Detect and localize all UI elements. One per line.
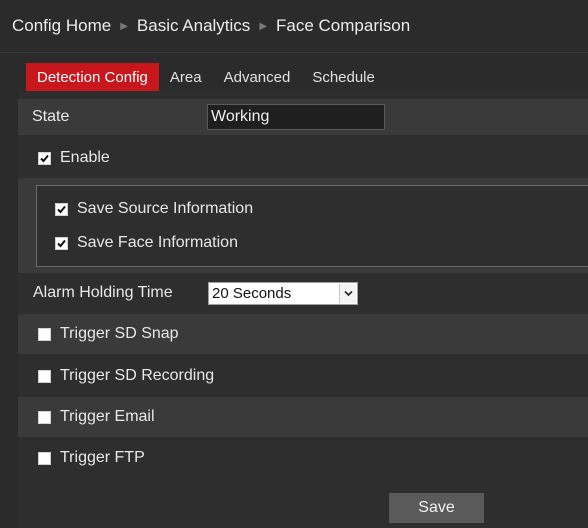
trigger-sd-snap-checkbox[interactable] bbox=[38, 327, 51, 341]
save-face-checkbox[interactable] bbox=[55, 236, 68, 250]
trigger-ftp-row: Trigger FTP bbox=[18, 438, 588, 478]
trigger-sd-recording-row: Trigger SD Recording bbox=[18, 356, 588, 396]
save-source-label: Save Source Information bbox=[77, 200, 254, 217]
breadcrumb-separator-icon: ▶ bbox=[259, 20, 268, 32]
checkmark-icon bbox=[57, 205, 66, 213]
tab-detection-config[interactable]: Detection Config bbox=[26, 63, 159, 91]
enable-label: Enable bbox=[60, 149, 110, 166]
tab-schedule[interactable]: Schedule bbox=[301, 63, 386, 91]
trigger-sd-recording-label: Trigger SD Recording bbox=[60, 367, 215, 384]
trigger-email-row: Trigger Email bbox=[18, 397, 588, 437]
tab-area[interactable]: Area bbox=[159, 63, 213, 91]
checkmark-icon bbox=[40, 154, 49, 162]
trigger-ftp-label: Trigger FTP bbox=[60, 449, 145, 466]
save-button[interactable]: Save bbox=[389, 493, 484, 523]
alarm-holding-value: 20 Seconds bbox=[212, 285, 292, 302]
trigger-sd-snap-row: Trigger SD Snap bbox=[18, 314, 588, 354]
breadcrumb-divider bbox=[0, 52, 588, 53]
state-label: State bbox=[32, 108, 70, 125]
breadcrumb-basic-analytics[interactable]: Basic Analytics bbox=[137, 16, 250, 36]
tab-bar: Detection Config Area Advanced Schedule bbox=[26, 63, 386, 91]
trigger-email-label: Trigger Email bbox=[60, 408, 155, 425]
save-face-label: Save Face Information bbox=[77, 234, 238, 251]
enable-row: Enable bbox=[18, 140, 588, 176]
breadcrumb-config-home[interactable]: Config Home bbox=[12, 16, 111, 36]
state-value-field: Working bbox=[207, 104, 385, 130]
breadcrumb-separator-icon: ▶ bbox=[120, 20, 128, 32]
chevron-down-icon[interactable] bbox=[339, 284, 356, 303]
trigger-email-checkbox[interactable] bbox=[38, 410, 51, 424]
enable-checkbox[interactable] bbox=[38, 151, 51, 165]
save-options-group: Save Source Information Save Face Inform… bbox=[36, 185, 588, 267]
save-source-checkbox[interactable] bbox=[55, 202, 68, 216]
save-source-item: Save Source Information bbox=[55, 200, 253, 218]
trigger-sd-recording-checkbox[interactable] bbox=[38, 369, 51, 383]
alarm-holding-label: Alarm Holding Time bbox=[33, 284, 173, 301]
tab-advanced[interactable]: Advanced bbox=[213, 63, 302, 91]
trigger-sd-snap-label: Trigger SD Snap bbox=[60, 325, 179, 342]
breadcrumb-face-comparison: Face Comparison bbox=[276, 16, 411, 35]
trigger-ftp-checkbox[interactable] bbox=[38, 451, 51, 465]
alarm-holding-select[interactable]: 20 Seconds bbox=[208, 282, 358, 305]
breadcrumb: Config Home ▶ Basic Analytics ▶ Face Com… bbox=[0, 0, 588, 52]
save-face-item: Save Face Information bbox=[55, 234, 238, 252]
checkmark-icon bbox=[57, 239, 66, 247]
